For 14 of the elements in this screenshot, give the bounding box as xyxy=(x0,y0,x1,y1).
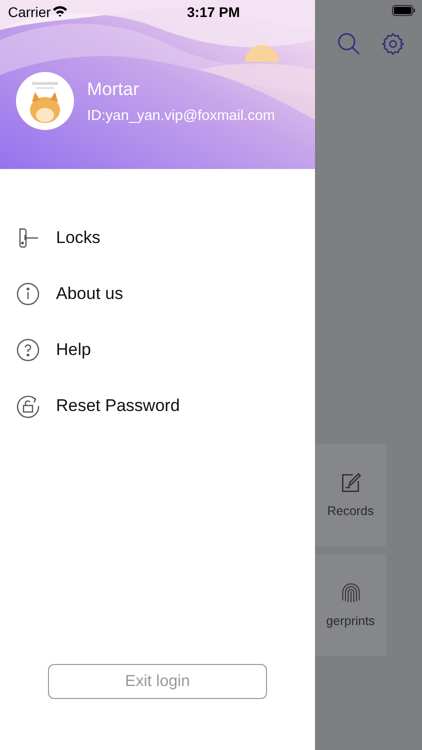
battery-icon xyxy=(392,5,416,16)
fingerprint-icon xyxy=(340,582,362,604)
feature-card[interactable]: gerprints xyxy=(315,554,386,656)
menu-item[interactable]: Help xyxy=(0,322,315,378)
info-icon xyxy=(16,282,40,306)
help-icon xyxy=(16,338,40,362)
feature-card[interactable]: Records xyxy=(315,444,386,546)
menu-item[interactable]: About us xyxy=(0,266,315,322)
settings-icon[interactable] xyxy=(381,32,405,56)
edit-icon xyxy=(340,472,362,494)
menu-item[interactable]: Reset Password xyxy=(0,378,315,434)
menu-item[interactable]: Locks xyxy=(0,210,315,266)
search-icon[interactable] xyxy=(337,32,361,56)
unlock-reset-icon xyxy=(16,394,40,418)
